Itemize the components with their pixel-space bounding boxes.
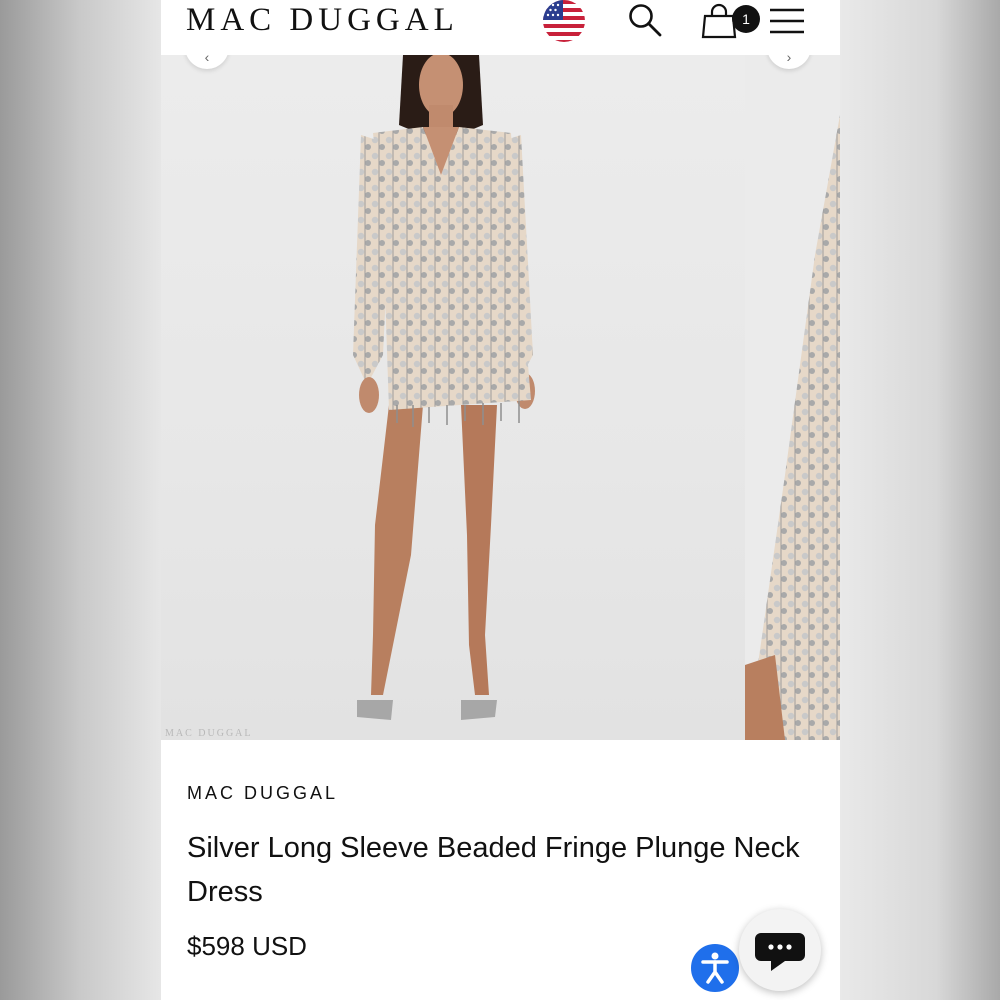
site-header: MAC DUGGAL 1 — [161, 0, 840, 55]
search-icon[interactable] — [627, 2, 663, 38]
product-price: $598 USD — [187, 931, 307, 961]
product-image-main[interactable]: MAC DUGGAL — [161, 55, 745, 740]
chat-button[interactable] — [739, 909, 821, 991]
product-brand[interactable]: MAC DUGGAL — [187, 783, 338, 804]
product-image-next[interactable] — [745, 55, 840, 740]
accessibility-button[interactable] — [689, 942, 741, 994]
product-title: Silver Long Sleeve Beaded Fringe Plunge … — [187, 832, 800, 908]
cart-count-badge[interactable]: 1 — [732, 5, 760, 33]
us-flag-icon[interactable] — [543, 0, 585, 42]
product-image-gallery[interactable]: MAC DUGGAL ‹ › — [161, 45, 840, 740]
image-watermark: MAC DUGGAL — [165, 728, 253, 739]
brand-logo[interactable]: MAC DUGGAL — [186, 2, 459, 39]
hamburger-menu-icon[interactable] — [769, 6, 805, 36]
accessibility-icon — [701, 952, 729, 984]
phone-screen: MAC DUGGAL 1 MAC DUGGAL ‹ › MAC DUGGAL S… — [161, 0, 840, 1000]
chat-icon — [755, 933, 805, 971]
background-right — [840, 0, 1000, 1000]
